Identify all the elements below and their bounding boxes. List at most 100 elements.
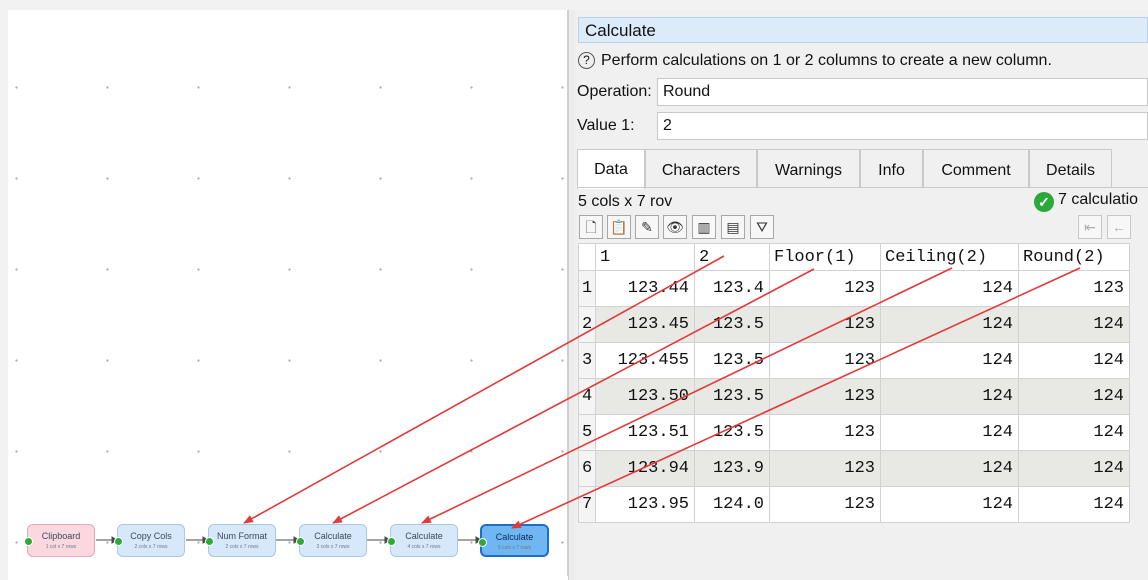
table-cell[interactable]: 124 bbox=[1018, 306, 1130, 343]
tab-divider bbox=[577, 187, 1148, 188]
table-row: 2 123.45 123.5 123 124 124 bbox=[578, 306, 1130, 343]
columns-icon[interactable]: ▥ bbox=[692, 215, 716, 239]
table-cell[interactable]: 124 bbox=[880, 486, 1019, 523]
node-num-format[interactable]: Num Format 2 cols x 7 rows bbox=[205, 524, 276, 557]
row-number: 4 bbox=[578, 378, 596, 415]
corner-cell bbox=[578, 243, 596, 271]
column-header[interactable]: Ceiling(2) bbox=[880, 243, 1019, 271]
node-title: Clipboard bbox=[41, 531, 81, 541]
window-left-border bbox=[0, 10, 8, 580]
ok-status-icon bbox=[478, 538, 487, 547]
table-row: 4 123.50 123.5 123 124 124 bbox=[578, 378, 1130, 415]
column-header[interactable]: Round(2) bbox=[1018, 243, 1130, 271]
table-cell[interactable]: 123.455 bbox=[595, 342, 695, 379]
ok-status-icon bbox=[114, 537, 123, 546]
column-header[interactable]: 2 bbox=[694, 243, 770, 271]
row-number: 3 bbox=[578, 342, 596, 379]
table-cell[interactable]: 124 bbox=[1018, 486, 1130, 523]
eye-icon[interactable]: 👁 bbox=[663, 215, 687, 239]
table-cell[interactable]: 123.51 bbox=[595, 414, 695, 451]
table-cell[interactable]: 124 bbox=[880, 270, 1019, 307]
table-cell[interactable]: 123.9 bbox=[694, 450, 770, 487]
flow-canvas[interactable] bbox=[8, 10, 568, 576]
table-dimensions: 5 cols x 7 rov bbox=[578, 193, 673, 210]
ok-status-icon bbox=[24, 537, 33, 546]
tab-warnings[interactable]: Warnings bbox=[757, 149, 860, 187]
table-cell[interactable]: 123 bbox=[769, 414, 881, 451]
table-cell[interactable]: 123.4 bbox=[694, 270, 770, 307]
node-subtitle: 3 cols x 7 rows bbox=[316, 544, 350, 550]
paste-icon[interactable]: 📋 bbox=[607, 215, 631, 239]
table-cell[interactable]: 124 bbox=[1018, 414, 1130, 451]
table-cell[interactable]: 124 bbox=[880, 378, 1019, 415]
table-cell[interactable]: 124 bbox=[880, 450, 1019, 487]
table-cell[interactable]: 123.44 bbox=[595, 270, 695, 307]
ok-status-icon bbox=[387, 537, 396, 546]
node-subtitle: 1 col x 7 rows bbox=[45, 544, 77, 550]
node-clipboard[interactable]: Clipboard 1 col x 7 rows bbox=[24, 524, 95, 557]
table-cell[interactable]: 123 bbox=[769, 342, 881, 379]
help-icon[interactable]: ? bbox=[578, 52, 595, 69]
calculation-status-text: 7 calculatio bbox=[1058, 191, 1139, 208]
table-row: 5 123.51 123.5 123 124 124 bbox=[578, 414, 1130, 451]
table-row: 6 123.94 123.9 123 124 124 bbox=[578, 450, 1130, 487]
check-icon: ✓ bbox=[1034, 192, 1054, 212]
row-number: 7 bbox=[578, 486, 596, 523]
previous-page-icon[interactable]: ← bbox=[1107, 215, 1131, 239]
column-header[interactable]: 1 bbox=[595, 243, 695, 271]
table-row: 3 123.455 123.5 123 124 124 bbox=[578, 342, 1130, 379]
panel-title: Calculate bbox=[578, 17, 1148, 43]
table-cell[interactable]: 123.5 bbox=[694, 414, 770, 451]
table-cell[interactable]: 123 bbox=[769, 486, 881, 523]
table-cell[interactable]: 124 bbox=[1018, 450, 1130, 487]
node-calculate-round[interactable]: Calculate 5 cols x 7 rows bbox=[478, 524, 549, 557]
table-cell[interactable]: 123.5 bbox=[694, 342, 770, 379]
table-cell[interactable]: 123.95 bbox=[595, 486, 695, 523]
first-page-icon[interactable]: ⇤ bbox=[1078, 215, 1102, 239]
value1-input[interactable]: 2 bbox=[657, 112, 1148, 140]
tab-comment[interactable]: Comment bbox=[923, 149, 1029, 187]
node-subtitle: 4 cols x 7 rows bbox=[407, 544, 441, 550]
column-header[interactable]: Floor(1) bbox=[769, 243, 881, 271]
operation-label: Operation: bbox=[577, 83, 652, 100]
tab-data[interactable]: Data bbox=[577, 149, 645, 189]
node-calculate-ceiling[interactable]: Calculate 4 cols x 7 rows bbox=[387, 524, 458, 557]
new-document-icon[interactable]: 🗋 bbox=[579, 215, 603, 239]
table-row: 1 123.44 123.4 123 124 123 bbox=[578, 270, 1130, 307]
node-title: Calculate bbox=[495, 532, 534, 542]
table-cell[interactable]: 124 bbox=[880, 306, 1019, 343]
table-cell[interactable]: 124 bbox=[1018, 342, 1130, 379]
table-cell[interactable]: 123.45 bbox=[595, 306, 695, 343]
table-cell[interactable]: 123.5 bbox=[694, 306, 770, 343]
table-cell[interactable]: 123 bbox=[769, 450, 881, 487]
ok-status-icon bbox=[296, 537, 305, 546]
node-calculate-floor[interactable]: Calculate 3 cols x 7 rows bbox=[296, 524, 367, 557]
table-cell[interactable]: 123.5 bbox=[694, 378, 770, 415]
filter-icon[interactable]: ⛛ bbox=[750, 215, 774, 239]
row-number: 2 bbox=[578, 306, 596, 343]
pencil-icon[interactable]: ✎ bbox=[635, 215, 659, 239]
tab-details[interactable]: Details bbox=[1029, 149, 1112, 187]
node-copy-cols[interactable]: Copy Cols 2 cols x 7 rows bbox=[114, 524, 185, 557]
node-subtitle: 5 cols x 7 rows bbox=[497, 545, 532, 551]
operation-dropdown[interactable]: Round bbox=[657, 78, 1148, 106]
rows-icon[interactable]: ▤ bbox=[721, 215, 745, 239]
table-cell[interactable]: 124 bbox=[1018, 378, 1130, 415]
table-cell[interactable]: 123 bbox=[769, 378, 881, 415]
table-cell[interactable]: 123.50 bbox=[595, 378, 695, 415]
table-cell[interactable]: 123 bbox=[1018, 270, 1130, 307]
table-cell[interactable]: 124 bbox=[880, 342, 1019, 379]
node-subtitle: 2 cols x 7 rows bbox=[134, 544, 168, 550]
table-cell[interactable]: 124.0 bbox=[694, 486, 770, 523]
table-cell[interactable]: 123 bbox=[769, 270, 881, 307]
table-row: 7 123.95 124.0 123 124 124 bbox=[578, 486, 1130, 523]
table-cell[interactable]: 123 bbox=[769, 306, 881, 343]
node-subtitle: 2 cols x 7 rows bbox=[225, 544, 259, 550]
data-table: 1 2 Floor(1) Ceiling(2) Round(2) 1 123.4… bbox=[578, 243, 1130, 523]
description-text: Perform calculations on 1 or 2 columns t… bbox=[601, 52, 1052, 69]
table-cell[interactable]: 124 bbox=[880, 414, 1019, 451]
node-title: Copy Cols bbox=[130, 531, 172, 541]
tab-info[interactable]: Info bbox=[860, 149, 923, 187]
table-cell[interactable]: 123.94 bbox=[595, 450, 695, 487]
tab-characters[interactable]: Characters bbox=[645, 149, 757, 187]
